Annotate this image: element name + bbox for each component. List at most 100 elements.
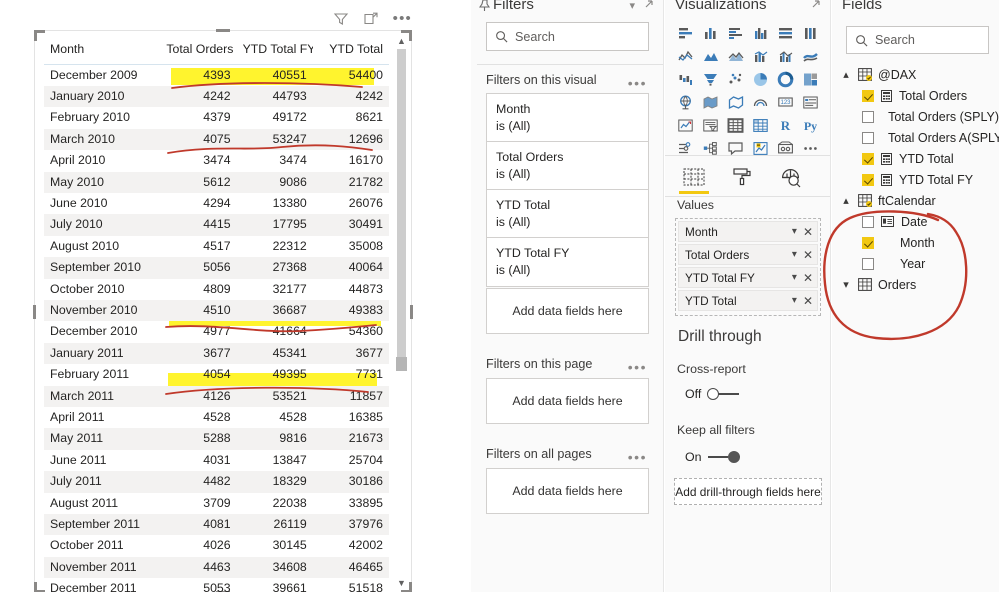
cell-ytd_total[interactable]: 44873	[313, 279, 389, 300]
cell-total_orders[interactable]: 4463	[160, 556, 237, 579]
python-visual-icon[interactable]: Py	[798, 114, 823, 137]
cross-report-toggle[interactable]	[707, 387, 740, 401]
cell-month[interactable]: September 2011	[44, 514, 161, 536]
cell-total_orders[interactable]: 3709	[160, 493, 236, 514]
chevron-down-icon[interactable]: ▾	[840, 278, 852, 291]
field-checkbox[interactable]	[862, 215, 874, 228]
cell-ytd_total_fy[interactable]: 41664	[237, 321, 313, 342]
100-stacked-bar-chart-icon[interactable]	[773, 22, 798, 45]
field-item[interactable]: Total Orders	[832, 85, 999, 106]
cell-ytd_total_fy[interactable]: 22038	[237, 493, 313, 514]
section-menu-page[interactable]: •••	[628, 360, 647, 374]
shape-map-icon[interactable]	[723, 91, 748, 114]
clustered-bar-chart-icon[interactable]	[723, 22, 748, 45]
cell-ytd_total_fy[interactable]: 53247	[236, 128, 313, 151]
field-checkbox[interactable]	[862, 173, 874, 186]
filter-card-month[interactable]: Month is (All)	[486, 93, 649, 143]
cell-ytd_total[interactable]: 46465	[312, 556, 389, 579]
table-row[interactable]: October 2010 4809 32177 44873	[44, 279, 389, 300]
chevron-down-icon[interactable]: ▾	[792, 226, 797, 237]
cell-month[interactable]: July 2010	[44, 214, 161, 236]
chevron-down-icon[interactable]: ▾	[792, 249, 797, 260]
field-item[interactable]: YTD Total FY	[832, 169, 999, 190]
table-row[interactable]: December 2009 4393 40551 54400	[44, 64, 389, 86]
dropzone-all-pages-filters[interactable]: Add data fields here	[486, 468, 649, 514]
filled-map-icon[interactable]	[698, 91, 723, 114]
stacked-bar-chart-icon[interactable]	[673, 22, 698, 45]
cell-ytd_total_fy[interactable]: 49172	[237, 107, 313, 128]
cell-total_orders[interactable]: 4393	[160, 64, 236, 86]
cell-ytd_total_fy[interactable]: 26119	[236, 514, 313, 536]
cell-total_orders[interactable]: 5288	[160, 428, 237, 450]
cell-month[interactable]: October 2011	[44, 535, 160, 556]
cell-month[interactable]: April 2010	[44, 150, 160, 171]
cell-total_orders[interactable]: 4126	[160, 385, 237, 407]
resize-handle-left[interactable]	[33, 304, 36, 319]
cell-total_orders[interactable]: 4528	[160, 407, 236, 428]
fields-tree[interactable]: ▴ @DAX Total Orders Total Orders (SPLY) Tota…	[832, 64, 999, 295]
table-icon[interactable]	[723, 114, 748, 137]
field-checkbox[interactable]	[862, 236, 874, 249]
table-row[interactable]: December 2011 5053 39661 51518	[44, 578, 389, 592]
field-item[interactable]: Month	[832, 232, 999, 253]
funnel-chart-icon[interactable]	[698, 68, 723, 91]
value-well-item[interactable]: Month ▾ ✕	[678, 221, 818, 242]
cell-month[interactable]: May 2010	[44, 171, 161, 193]
cell-ytd_total_fy[interactable]: 36687	[236, 299, 313, 322]
table-row[interactable]: December 2010 4977 41664 54360	[44, 321, 389, 342]
cell-ytd_total[interactable]: 54400	[313, 64, 389, 86]
cell-total_orders[interactable]: 4026	[160, 535, 236, 556]
cell-ytd_total_fy[interactable]: 3474	[237, 150, 313, 171]
matrix-icon[interactable]	[748, 114, 773, 137]
cell-ytd_total_fy[interactable]: 13380	[237, 193, 313, 214]
cell-ytd_total_fy[interactable]: 34608	[236, 556, 313, 579]
fields-tab[interactable]	[679, 164, 709, 194]
field-checkbox[interactable]	[862, 110, 874, 123]
cell-total_orders[interactable]: 4054	[160, 364, 236, 385]
cell-ytd_total[interactable]: 33895	[313, 493, 389, 514]
pin-icon[interactable]	[479, 0, 490, 12]
keep-all-filters-toggle-row[interactable]: On	[685, 450, 740, 464]
cell-ytd_total_fy[interactable]: 18329	[236, 471, 313, 493]
cell-total_orders[interactable]: 3677	[160, 342, 237, 365]
filter-card-total-orders[interactable]: Total Orders is (All)	[486, 141, 649, 191]
analytics-tab[interactable]	[777, 164, 803, 190]
keep-all-filters-toggle[interactable]	[707, 450, 740, 464]
cell-ytd_total[interactable]: 12696	[312, 128, 389, 151]
treemap-icon[interactable]	[798, 68, 823, 91]
cell-month[interactable]: January 2011	[44, 342, 161, 365]
cell-month[interactable]: December 2011	[44, 578, 160, 592]
pie-chart-icon[interactable]	[748, 68, 773, 91]
table-row[interactable]: April 2011 4528 4528 16385	[44, 407, 389, 428]
key-influencers-icon[interactable]	[673, 137, 698, 160]
cell-month[interactable]: June 2010	[44, 193, 160, 214]
100-stacked-column-chart-icon[interactable]	[798, 22, 823, 45]
chevron-down-icon[interactable]: ▾	[792, 272, 797, 283]
remove-field-icon[interactable]: ✕	[803, 271, 813, 285]
table-row[interactable]: February 2011 4054 49395 7731	[44, 364, 389, 385]
cell-ytd_total[interactable]: 3677	[312, 342, 389, 365]
stacked-column-chart-icon[interactable]	[698, 22, 723, 45]
table-row[interactable]: August 2011 3709 22038 33895	[44, 493, 389, 514]
cell-month[interactable]: February 2011	[44, 364, 160, 385]
card-icon[interactable]: 123	[773, 91, 798, 114]
more-visuals-icon[interactable]	[798, 137, 823, 160]
cell-ytd_total[interactable]: 8621	[313, 107, 389, 128]
cell-ytd_total_fy[interactable]: 49395	[237, 364, 313, 385]
chevron-up-icon[interactable]: ▴	[840, 68, 852, 81]
cell-ytd_total[interactable]: 16385	[313, 407, 389, 428]
cell-total_orders[interactable]: 4517	[160, 236, 236, 257]
table-visual[interactable]: ••• Month Total Orders YTD Total FY YTD …	[28, 8, 413, 592]
cell-month[interactable]: June 2011	[44, 450, 160, 471]
table-row[interactable]: November 2011 4463 34608 46465	[44, 556, 389, 579]
ribbon-chart-icon[interactable]	[798, 45, 823, 68]
table-row[interactable]: November 2010 4510 36687 49383	[44, 299, 389, 322]
fields-table-node[interactable]: ▴ ftCalendar	[832, 190, 999, 211]
collapse-chevron-icon[interactable]: ▾	[629, 0, 635, 12]
scroll-up-arrow[interactable]: ▲	[394, 33, 409, 48]
field-item[interactable]: Year	[832, 253, 999, 274]
table-row[interactable]: May 2011 5288 9816 21673	[44, 428, 389, 450]
cell-ytd_total_fy[interactable]: 32177	[237, 279, 313, 300]
cell-ytd_total[interactable]: 26076	[313, 193, 389, 214]
line-stacked-column-chart-icon[interactable]	[748, 45, 773, 68]
